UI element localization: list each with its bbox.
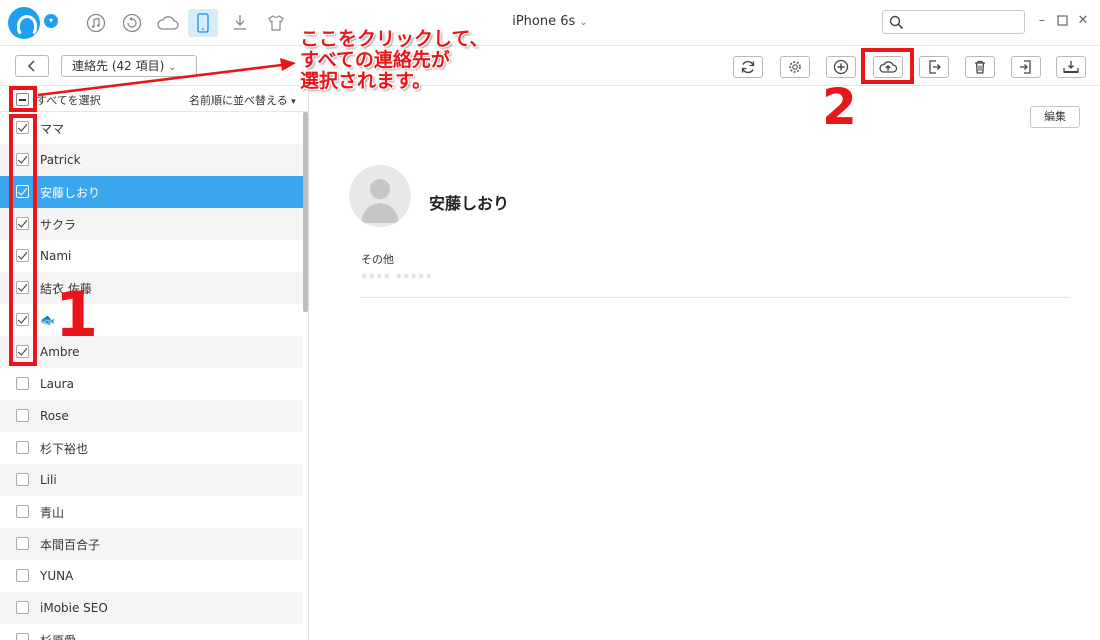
- annotation-step-1: 1: [55, 278, 99, 351]
- callout-line-1: ここをクリックして、: [300, 28, 489, 50]
- annotation-step-2: 2: [822, 78, 857, 136]
- callout-line-2: すべての連絡先が: [300, 49, 450, 71]
- annotation-callout-text: ここをクリックして、 すべての連絡先が 選択されます。: [300, 29, 488, 92]
- annotation-arrow: [37, 58, 296, 97]
- callout-line-3: 選択されます。: [300, 70, 432, 92]
